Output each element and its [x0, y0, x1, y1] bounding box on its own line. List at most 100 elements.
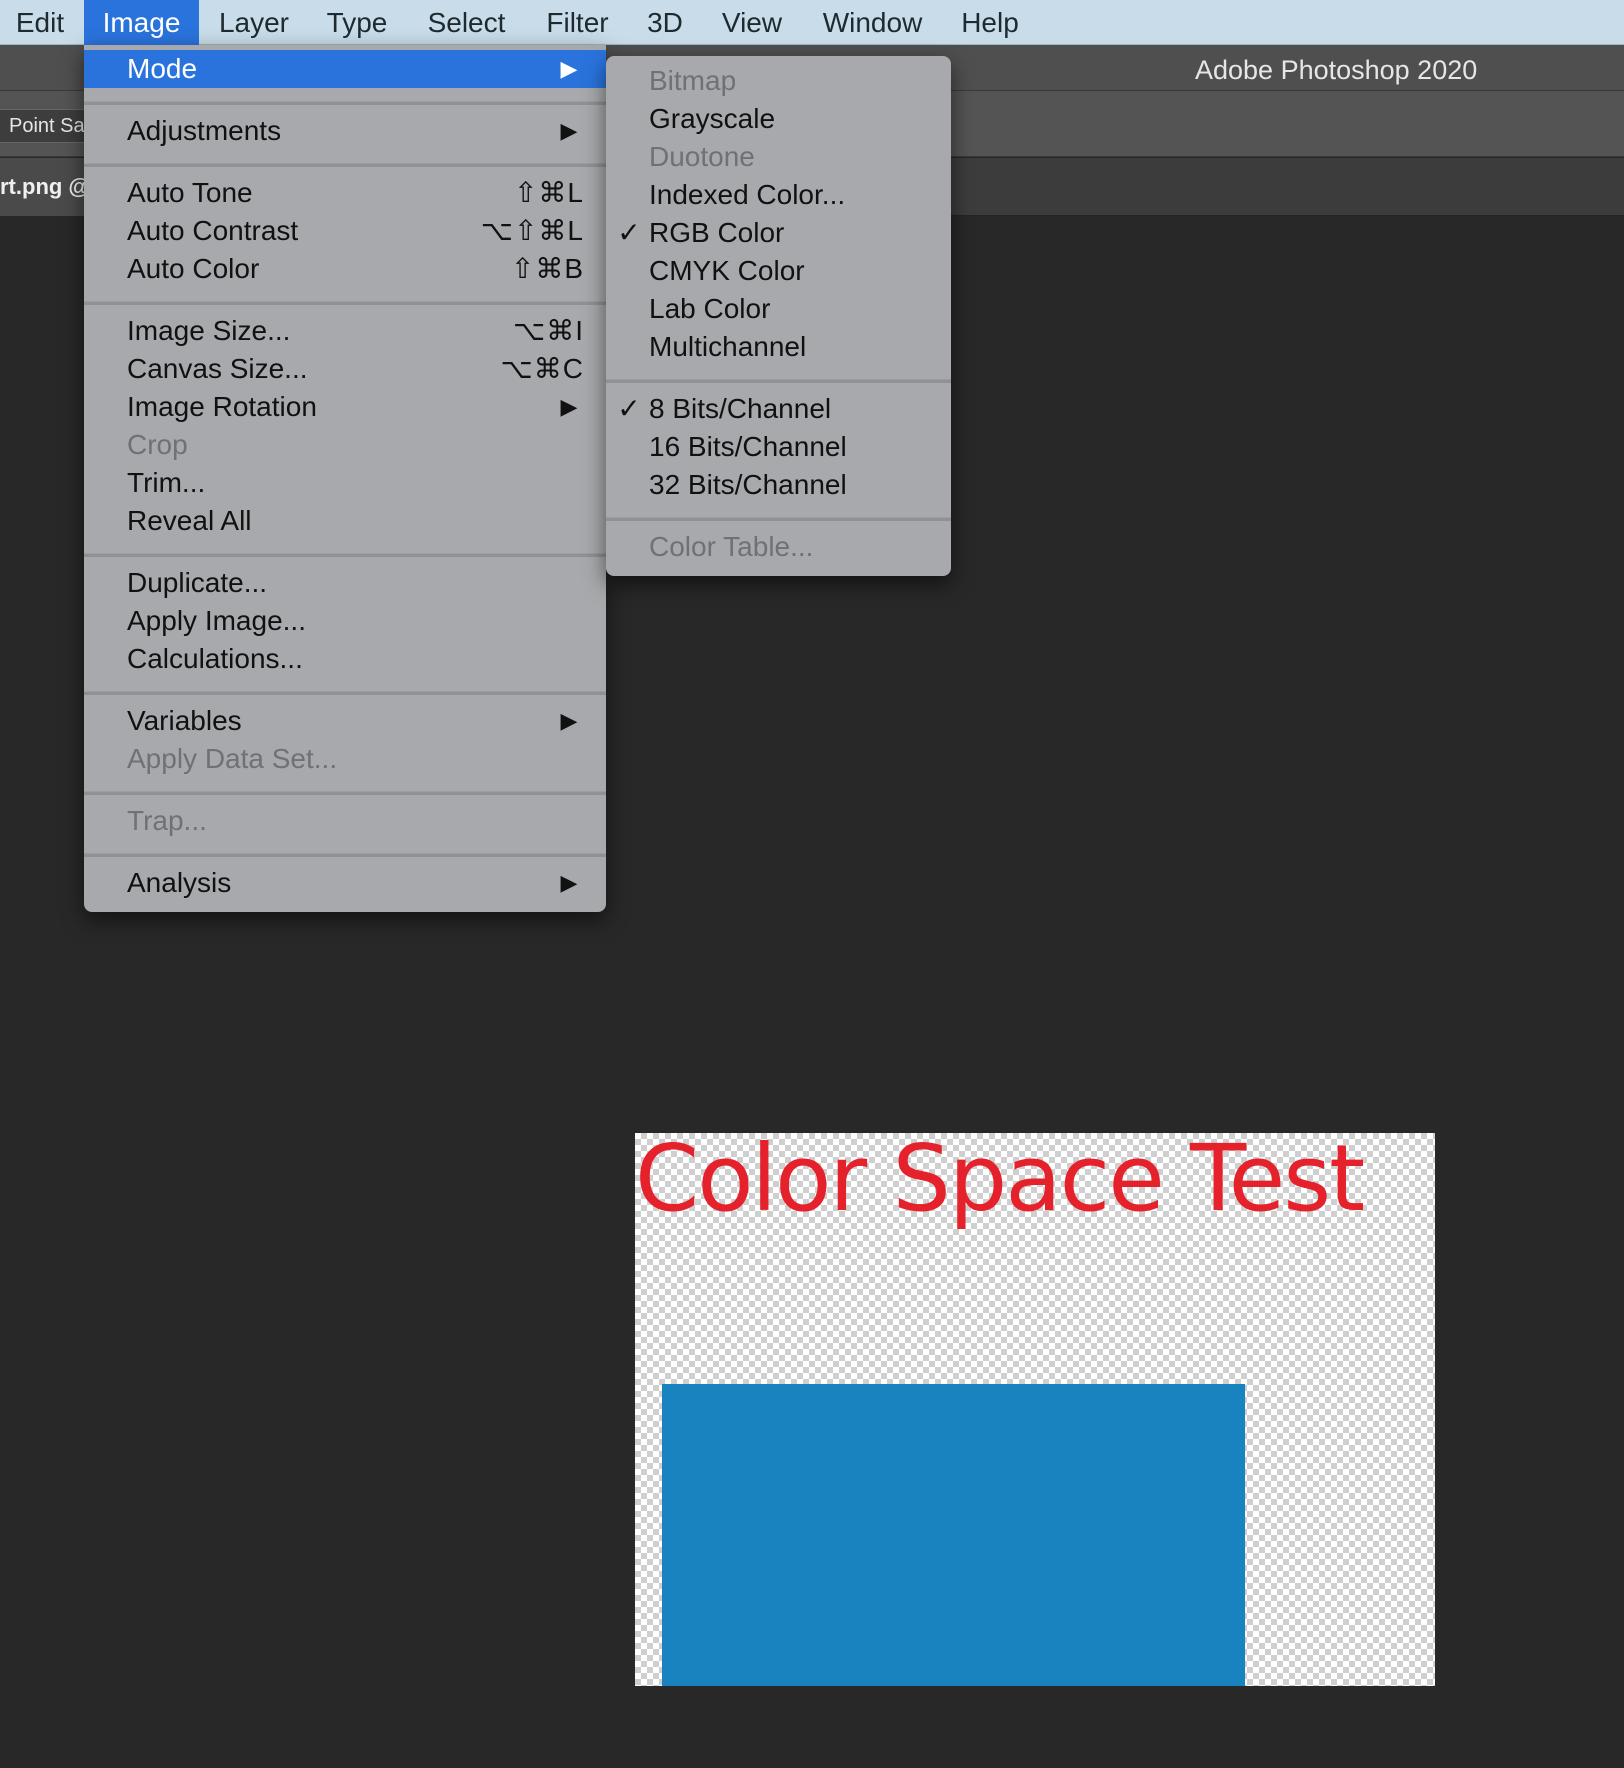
- menu-item-label: Crop: [127, 429, 188, 460]
- image-menu: Mode ▶ Adjustments ▶ Auto Tone ⇧⌘L Auto …: [84, 45, 606, 912]
- menu-filter[interactable]: Filter: [533, 0, 622, 45]
- shortcut-label: ⌥⌘C: [500, 353, 584, 384]
- mode-item-cmyk-color[interactable]: CMYK Color: [606, 252, 951, 290]
- mode-item-32-bits[interactable]: 32 Bits/Channel: [606, 466, 951, 504]
- mode-item-bitmap: Bitmap: [606, 62, 951, 100]
- menu-item-apply-image[interactable]: Apply Image...: [84, 602, 606, 640]
- menu-3d[interactable]: 3D: [636, 0, 694, 45]
- menu-help[interactable]: Help: [948, 0, 1032, 45]
- menu-item-label: Color Table...: [649, 531, 814, 562]
- mode-item-color-table: Color Table...: [606, 528, 951, 566]
- menu-separator: [84, 691, 606, 695]
- menu-item-label: 16 Bits/Channel: [649, 431, 847, 462]
- menu-item-label: Reveal All: [127, 505, 252, 536]
- canvas-blue-rectangle: [662, 1384, 1245, 1686]
- menu-item-label: Lab Color: [649, 293, 771, 324]
- menu-item-label: Auto Tone: [127, 177, 253, 208]
- menu-item-label: Image Rotation: [127, 391, 317, 422]
- canvas-title-text: Color Space Test: [635, 1133, 1365, 1232]
- menu-item-label: Multichannel: [649, 331, 807, 362]
- mode-item-indexed-color[interactable]: Indexed Color...: [606, 176, 951, 214]
- submenu-arrow-icon: ▶: [560, 708, 578, 733]
- menu-item-apply-data-set: Apply Data Set...: [84, 740, 606, 778]
- mode-item-rgb-color[interactable]: ✓ RGB Color: [606, 214, 951, 252]
- menu-item-trim[interactable]: Trim...: [84, 464, 606, 502]
- menu-item-adjustments[interactable]: Adjustments ▶: [84, 112, 606, 150]
- submenu-arrow-icon: ▶: [560, 56, 578, 81]
- menu-separator: [84, 163, 606, 167]
- mode-item-multichannel[interactable]: Multichannel: [606, 328, 951, 366]
- menu-item-auto-color[interactable]: Auto Color ⇧⌘B: [84, 250, 606, 288]
- menu-item-label: Mode: [127, 53, 198, 84]
- menu-item-label: Adjustments: [127, 115, 282, 146]
- menu-item-canvas-size[interactable]: Canvas Size... ⌥⌘C: [84, 350, 606, 388]
- menu-item-label: CMYK Color: [649, 255, 805, 286]
- submenu-arrow-icon: ▶: [560, 394, 578, 419]
- menu-window[interactable]: Window: [810, 0, 935, 45]
- submenu-arrow-icon: ▶: [560, 870, 578, 895]
- menu-item-label: Apply Data Set...: [127, 743, 338, 774]
- shortcut-label: ⇧⌘B: [510, 253, 584, 284]
- menu-item-mode[interactable]: Mode ▶: [84, 50, 606, 88]
- menu-item-label: Trim...: [127, 467, 206, 498]
- mode-item-lab-color[interactable]: Lab Color: [606, 290, 951, 328]
- menu-separator: [606, 379, 951, 383]
- menu-item-trap: Trap...: [84, 802, 606, 840]
- menu-item-label: 8 Bits/Channel: [649, 393, 832, 424]
- mode-item-duotone: Duotone: [606, 138, 951, 176]
- menu-image[interactable]: Image: [84, 0, 199, 45]
- menu-separator: [606, 517, 951, 521]
- mode-submenu: Bitmap Grayscale Duotone Indexed Color..…: [606, 56, 951, 576]
- menu-item-label: Auto Contrast: [127, 215, 299, 246]
- menu-separator: [84, 853, 606, 857]
- menu-separator: [84, 101, 606, 105]
- menu-item-duplicate[interactable]: Duplicate...: [84, 564, 606, 602]
- shortcut-label: ⌥⌘I: [512, 315, 584, 346]
- menu-item-crop: Crop: [84, 426, 606, 464]
- menu-item-auto-tone[interactable]: Auto Tone ⇧⌘L: [84, 174, 606, 212]
- menu-separator: [84, 553, 606, 557]
- menu-item-calculations[interactable]: Calculations...: [84, 640, 606, 678]
- menu-item-label: Canvas Size...: [127, 353, 308, 384]
- menu-item-auto-contrast[interactable]: Auto Contrast ⌥⇧⌘L: [84, 212, 606, 250]
- menu-item-label: Image Size...: [127, 315, 291, 346]
- menu-item-label: Trap...: [127, 805, 207, 836]
- menu-item-analysis[interactable]: Analysis ▶: [84, 864, 606, 902]
- menu-view[interactable]: View: [705, 0, 799, 45]
- app-title: Adobe Photoshop 2020: [1195, 55, 1478, 85]
- menu-item-image-size[interactable]: Image Size... ⌥⌘I: [84, 312, 606, 350]
- mode-item-grayscale[interactable]: Grayscale: [606, 100, 951, 138]
- menu-select[interactable]: Select: [415, 0, 518, 45]
- sample-size-dropdown[interactable]: Point Sample: [0, 109, 95, 143]
- menu-item-label: Calculations...: [127, 643, 303, 674]
- document-tab[interactable]: rt.png @: [0, 158, 92, 216]
- menu-separator: [84, 301, 606, 305]
- checkmark-icon: ✓: [617, 217, 641, 248]
- menu-item-label: Bitmap: [649, 65, 737, 96]
- mode-item-8-bits[interactable]: ✓ 8 Bits/Channel: [606, 390, 951, 428]
- menu-item-label: Apply Image...: [127, 605, 306, 636]
- checkmark-icon: ✓: [617, 393, 641, 424]
- menu-item-label: RGB Color: [649, 217, 785, 248]
- menu-item-label: Duplicate...: [127, 567, 268, 598]
- menu-item-label: Analysis: [127, 867, 232, 898]
- menu-type[interactable]: Type: [312, 0, 402, 45]
- mode-item-16-bits[interactable]: 16 Bits/Channel: [606, 428, 951, 466]
- document-canvas[interactable]: Color Space Test: [635, 1133, 1435, 1686]
- menu-item-image-rotation[interactable]: Image Rotation ▶: [84, 388, 606, 426]
- menu-item-reveal-all[interactable]: Reveal All: [84, 502, 606, 540]
- menu-item-label: Auto Color: [127, 253, 260, 284]
- photoshop-screen: Edit Image Layer Type Select Filter 3D V…: [0, 0, 1624, 1768]
- menu-item-label: Variables: [127, 705, 242, 736]
- shortcut-label: ⇧⌘L: [513, 177, 584, 208]
- menu-item-label: Indexed Color...: [649, 179, 846, 210]
- submenu-arrow-icon: ▶: [560, 118, 578, 143]
- menu-layer[interactable]: Layer: [208, 0, 300, 45]
- menu-item-label: Grayscale: [649, 103, 776, 134]
- shortcut-label: ⌥⇧⌘L: [480, 215, 584, 246]
- menu-bar: Edit Image Layer Type Select Filter 3D V…: [0, 0, 1624, 45]
- menu-item-label: 32 Bits/Channel: [649, 469, 847, 500]
- menu-edit[interactable]: Edit: [0, 0, 80, 45]
- menu-item-variables[interactable]: Variables ▶: [84, 702, 606, 740]
- menu-separator: [84, 791, 606, 795]
